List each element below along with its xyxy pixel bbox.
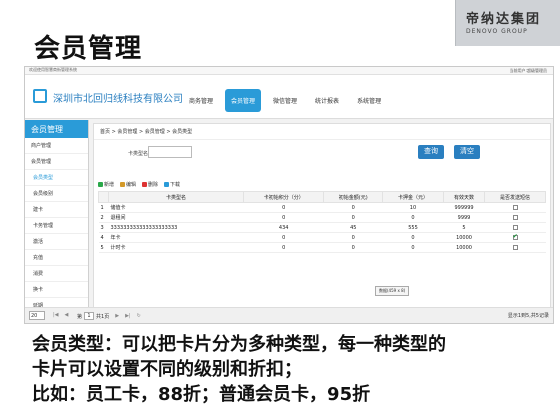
page-number-input[interactable]: 1: [84, 312, 95, 320]
next-page-icon[interactable]: ▶: [115, 313, 119, 319]
download-icon: [164, 182, 170, 187]
logo-text-cn: 帝纳达集团: [466, 12, 542, 27]
sidebar-item[interactable]: 换卡: [25, 282, 88, 298]
sidebar-item[interactable]: 会员级别: [25, 186, 88, 202]
sms-checkbox[interactable]: [512, 244, 518, 250]
company-logo: 帝纳达集团 DENOVO GROUP: [455, 0, 560, 46]
sidebar-item-member-type[interactable]: 会员类型: [25, 170, 88, 186]
app-header: 深圳市北回归线科技有限公司 商务管理 会员管理 微信管理 统计报表 系统管理: [25, 75, 553, 119]
breadcrumb: 首页 > 会员管理 > 会员管理 > 会员类型: [94, 124, 550, 140]
query-button[interactable]: 查询: [418, 145, 444, 159]
toolbar: 新增 编辑 删除 下载: [98, 181, 180, 188]
delete-icon: [142, 182, 148, 187]
sidebar-item[interactable]: 激活: [25, 234, 88, 250]
search-bar: 卡类型名 查询 清空: [94, 140, 550, 170]
tooltip: 数据(459 x 8): [375, 286, 410, 296]
company-name: 深圳市北回归线科技有限公司: [53, 94, 183, 105]
nav-system[interactable]: 系统管理: [351, 89, 387, 112]
sidebar-item[interactable]: 充值: [25, 250, 88, 266]
table-row[interactable]: 2 退租间 0 0 0 9999: [98, 212, 546, 223]
table-header-row: 卡类型名 卡初始积分（分） 初始金额(元) 卡押金（元） 有效天数 是否发送短信: [98, 191, 546, 203]
sms-checkbox[interactable]: [512, 214, 518, 220]
card-type-table: 卡类型名 卡初始积分（分） 初始金额(元) 卡押金（元） 有效天数 是否发送短信…: [98, 191, 546, 253]
user-info[interactable]: 当前用户:超级管理员: [510, 68, 547, 74]
first-page-icon[interactable]: |◀: [53, 312, 59, 318]
add-button[interactable]: 新增: [98, 181, 114, 188]
main-content: 首页 > 会员管理 > 会员管理 > 会员类型 卡类型名 查询 清空 新增 编辑…: [93, 123, 551, 323]
col-header[interactable]: 卡押金（元）: [382, 191, 444, 203]
col-header[interactable]: 有效天数: [442, 191, 486, 203]
col-header[interactable]: 卡类型名: [108, 191, 244, 203]
page-size-select[interactable]: 20: [29, 311, 45, 320]
page-label: 第: [77, 313, 83, 320]
table-row[interactable]: 5 计时卡 0 0 0 10000: [98, 242, 546, 253]
table-row[interactable]: 3 333333333333333333333 434 45 555 5: [98, 222, 546, 233]
sidebar-item[interactable]: 卡务管理: [25, 218, 88, 234]
card-type-search-input[interactable]: [148, 146, 192, 158]
nav-member[interactable]: 会员管理: [225, 89, 262, 112]
app-logo-icon: [33, 89, 47, 103]
nav-business[interactable]: 商务管理: [183, 89, 219, 112]
sidebar-item[interactable]: 建卡: [25, 202, 88, 218]
app-window: 欢迎使用智慧商街管理系统 当前用户:超级管理员 深圳市北回归线科技有限公司 商务…: [24, 66, 554, 324]
record-summary: 显示1到5,共5记录: [507, 313, 549, 319]
nav-reports[interactable]: 统计报表: [309, 89, 345, 112]
sidebar-title: 会员管理: [25, 120, 88, 138]
sidebar: 会员管理 商户管理 会员管理 会员类型 会员级别 建卡 卡务管理 激活 充值 消…: [25, 120, 89, 323]
welcome-text: 欢迎使用智慧商街管理系统: [29, 67, 77, 72]
nav-wechat[interactable]: 微信管理: [267, 89, 303, 112]
description-line: 比如：员工卡，88折；普通会员卡，95折: [32, 384, 371, 405]
prev-page-icon[interactable]: ◀: [65, 312, 69, 318]
download-button[interactable]: 下载: [164, 181, 180, 188]
main-nav: 商务管理 会员管理 微信管理 统计报表 系统管理: [183, 89, 387, 112]
slide-description: 会员类型：可以把卡片分为多种类型，每一种类型的 卡片可以设置不同的级别和折扣； …: [32, 332, 552, 407]
table-row[interactable]: 4 年卡 0 0 0 10000: [98, 232, 546, 243]
last-page-icon[interactable]: ▶|: [125, 313, 131, 319]
col-header[interactable]: 初始金额(元): [323, 191, 384, 203]
refresh-icon[interactable]: ↻: [137, 313, 141, 319]
sms-checkbox[interactable]: [512, 224, 518, 230]
clear-button[interactable]: 清空: [454, 145, 480, 159]
add-icon: [98, 182, 103, 187]
pagination-bar: 20 |◀ ◀ 第 1 共1页 ▶ ▶| ↻ 显示1到5,共5记录: [25, 307, 553, 323]
total-pages: 共1页: [96, 313, 110, 320]
col-header[interactable]: 是否发送短信: [484, 191, 546, 203]
logo-text-en: DENOVO GROUP: [466, 28, 528, 35]
description-line: 会员类型：可以把卡片分为多种类型，每一种类型的: [32, 334, 446, 355]
sms-checkbox[interactable]: [512, 233, 518, 240]
top-strip: 欢迎使用智慧商街管理系统 当前用户:超级管理员: [25, 67, 553, 75]
sidebar-item[interactable]: 商户管理: [25, 138, 88, 154]
delete-button[interactable]: 删除: [142, 181, 158, 188]
sidebar-item[interactable]: 会员管理: [25, 154, 88, 170]
sms-checkbox[interactable]: [512, 204, 518, 210]
edit-button[interactable]: 编辑: [120, 181, 136, 188]
edit-icon: [120, 182, 126, 187]
slide-title: 会员管理: [34, 34, 143, 64]
table-row[interactable]: 1 储值卡 0 0 10 999999: [98, 202, 546, 213]
col-header[interactable]: 卡初始积分（分）: [242, 191, 325, 203]
description-line: 卡片可以设置不同的级别和折扣；: [32, 359, 302, 380]
search-label: 卡类型名: [128, 151, 149, 157]
sidebar-item[interactable]: 消费: [25, 266, 88, 282]
